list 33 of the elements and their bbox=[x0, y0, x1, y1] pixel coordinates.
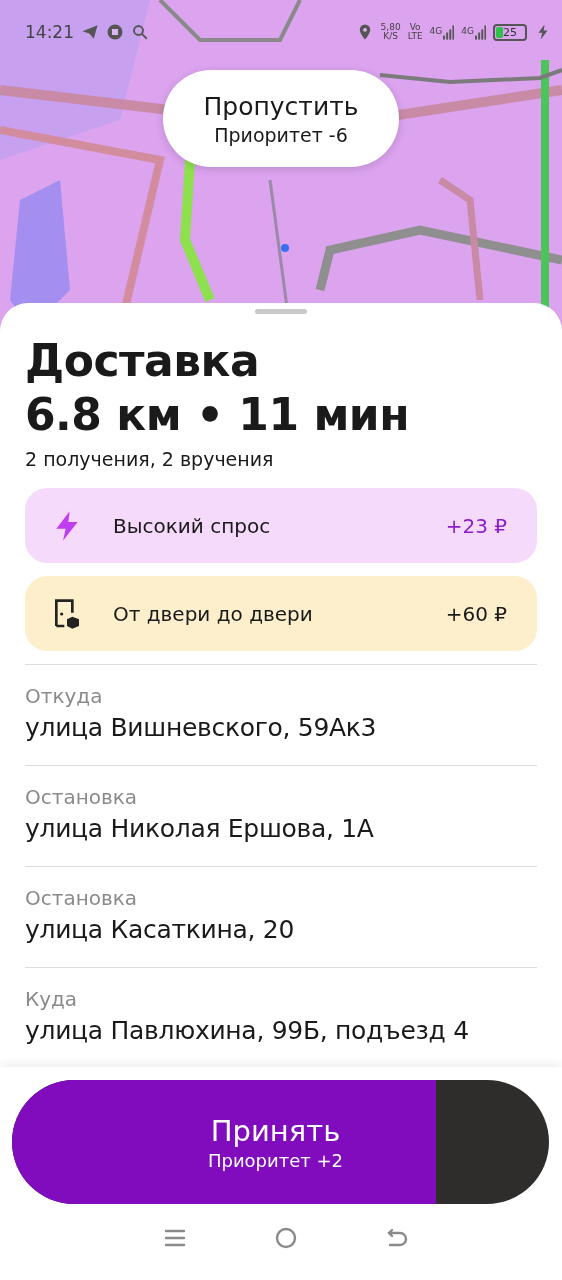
bonus-label: От двери до двери bbox=[113, 601, 314, 626]
bonus-label: Высокий спрос bbox=[113, 513, 272, 538]
order-details: 2 получения, 2 вручения bbox=[25, 447, 275, 472]
bonus-amount: +60 ₽ bbox=[445, 601, 507, 626]
search-icon bbox=[131, 23, 149, 41]
drag-handle[interactable] bbox=[255, 309, 307, 314]
bonus-amount: +23 ₽ bbox=[445, 513, 507, 538]
skip-button[interactable]: Пропустить Приоритет -6 bbox=[163, 70, 399, 167]
home-icon[interactable] bbox=[274, 1226, 298, 1250]
paper-plane-icon bbox=[81, 23, 99, 41]
network-type: 4G bbox=[461, 27, 474, 37]
order-title: Доставка bbox=[25, 334, 261, 388]
stop-label: Остановка bbox=[25, 885, 139, 912]
stop-address: улица Николая Ершова, 1А bbox=[25, 813, 375, 845]
network-type: 4G bbox=[429, 27, 443, 37]
distance-time: 6.8 км • 11 мин bbox=[25, 388, 411, 442]
lte-label: LTE bbox=[407, 32, 423, 42]
stop-address: улица Касаткина, 20 bbox=[25, 914, 296, 946]
accept-button[interactable]: Принять Приоритет +2 bbox=[12, 1080, 549, 1204]
app-notification-icon bbox=[106, 23, 124, 41]
stop-label: Куда bbox=[25, 986, 79, 1013]
stop-label: Откуда bbox=[25, 683, 104, 710]
stop-address: улица Вишневского, 59Ак3 bbox=[25, 712, 378, 744]
stop-label: Остановка bbox=[25, 784, 139, 811]
signal-icon bbox=[443, 24, 455, 40]
network-speed: 5,80 bbox=[380, 22, 401, 32]
signal-icon bbox=[475, 24, 486, 40]
speed-unit: K/S bbox=[383, 32, 398, 42]
battery-fill bbox=[496, 26, 503, 38]
stop-address: улица Павлюхина, 99Б, подъезд 4 bbox=[25, 1015, 470, 1047]
clock-time: 14:21 bbox=[25, 22, 74, 42]
volte-label: Vo bbox=[409, 22, 421, 32]
battery-level: 25 bbox=[503, 25, 517, 39]
